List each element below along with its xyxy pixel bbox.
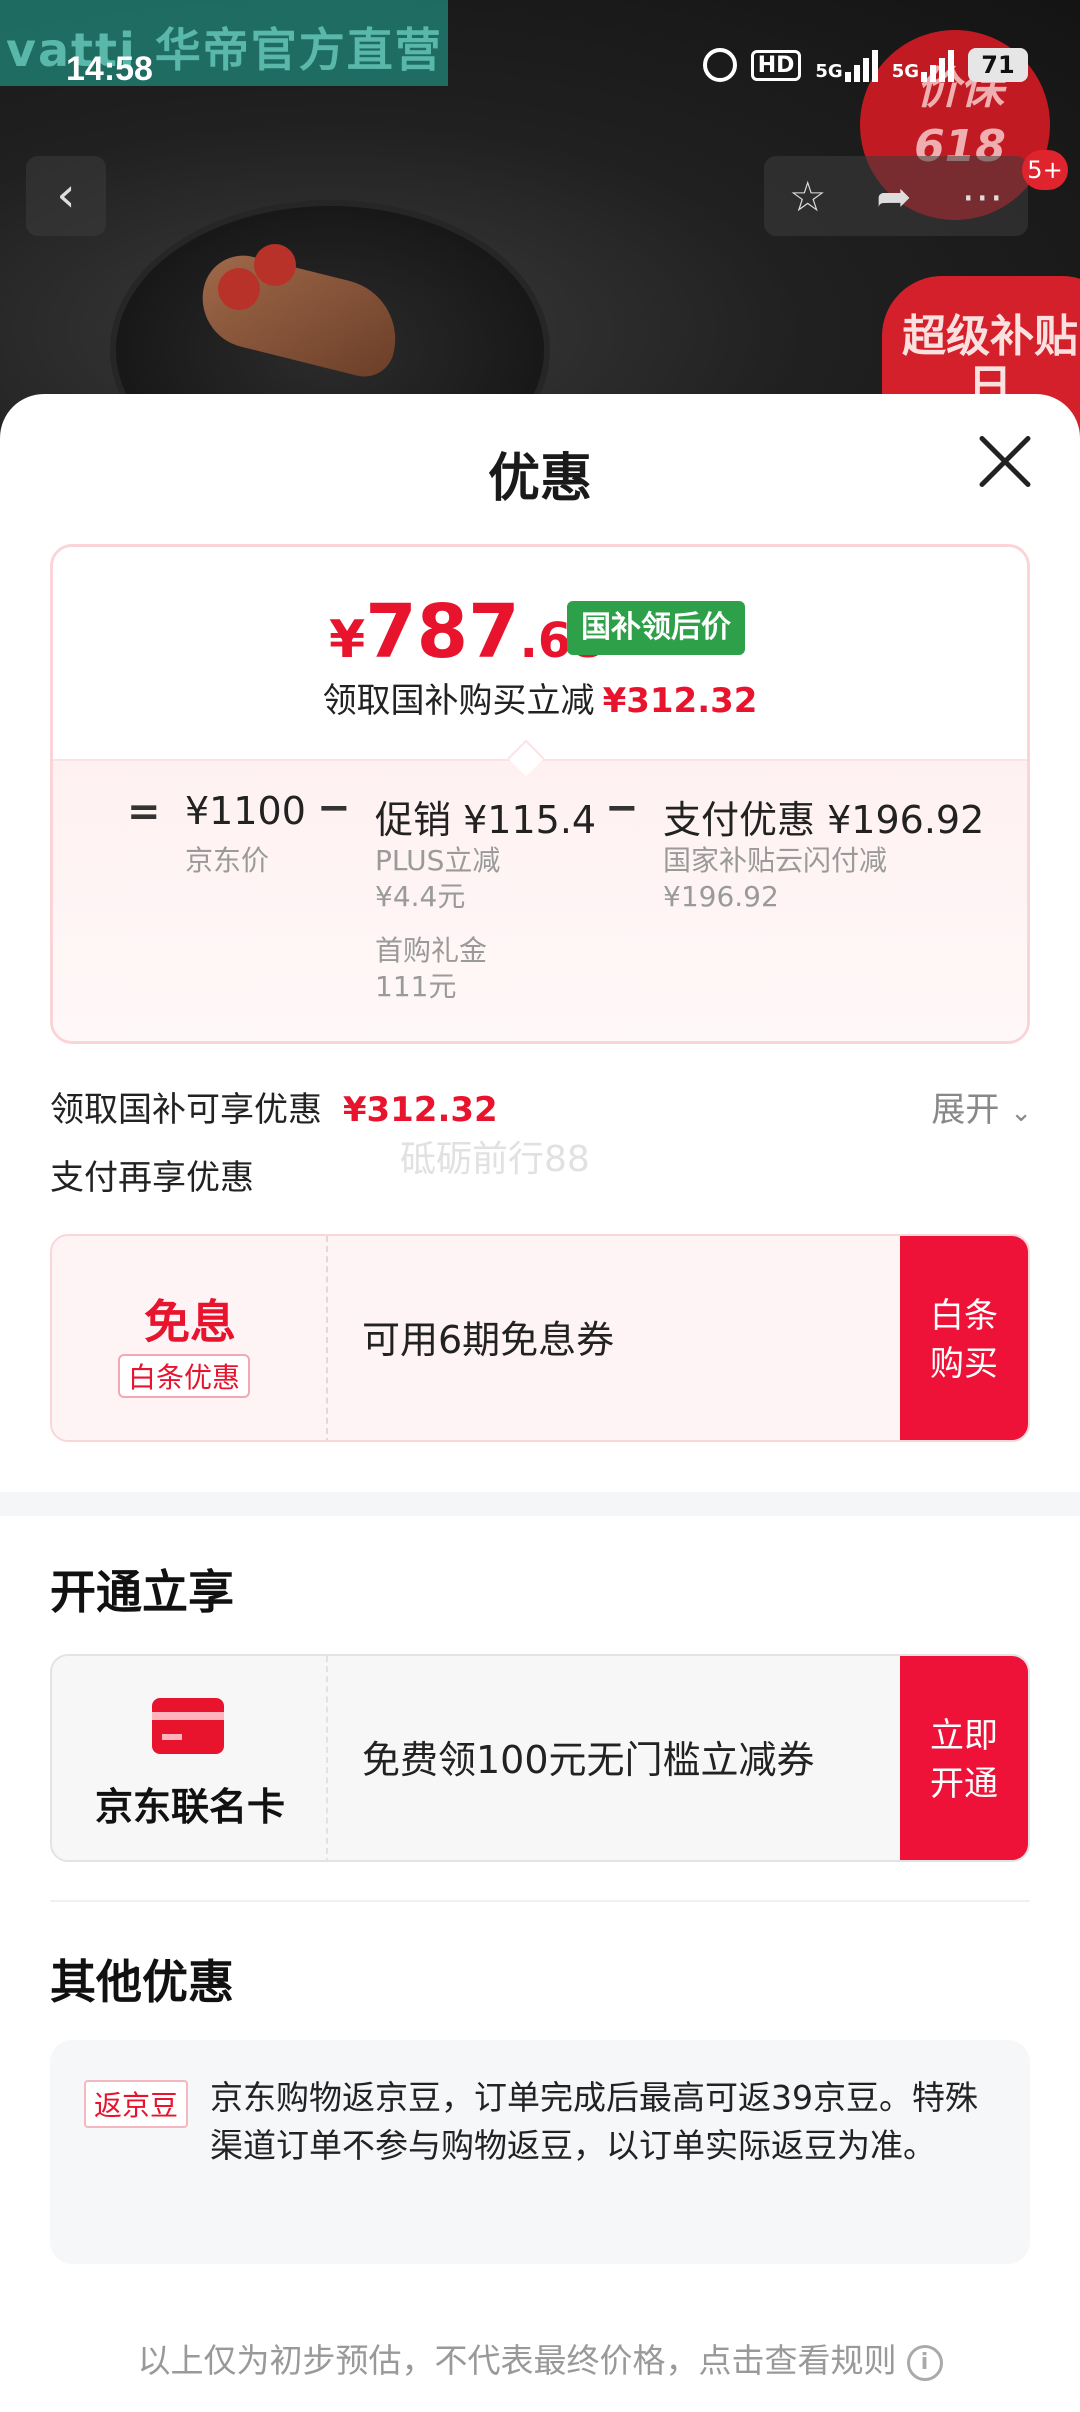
status-bar: 14:58 HD 5G 5G 71 bbox=[0, 40, 1080, 100]
rules-note[interactable]: 以上仅为初步预估，不代表最终价格，点击查看规则 i bbox=[0, 2334, 1080, 2382]
card-name: 京东联名卡 bbox=[94, 1785, 285, 1829]
pay-discount-desc-amount: ¥196.92 bbox=[663, 880, 779, 913]
interest-free-title: 免息 bbox=[144, 1295, 236, 1349]
first-gift-label: 首购礼金 bbox=[375, 934, 488, 967]
return-jingdou-tag: 返京豆 bbox=[84, 2080, 189, 2128]
hd-icon: HD bbox=[750, 49, 802, 81]
signal-icon: 5G bbox=[815, 48, 878, 82]
sheet-title: 优惠 bbox=[487, 449, 592, 509]
message-badge: 5+ bbox=[1022, 150, 1068, 190]
back-button[interactable]: ‹ bbox=[26, 156, 106, 236]
plus-amount: ¥4.4元 bbox=[375, 880, 466, 913]
watermark: 砥砺前行88 bbox=[400, 1139, 590, 1180]
star-icon[interactable]: ☆ bbox=[789, 172, 827, 221]
info-icon: i bbox=[906, 2344, 943, 2381]
baitiao-tag: 白条优惠 bbox=[118, 1354, 251, 1398]
share-icon[interactable]: ➦ bbox=[876, 172, 911, 221]
tomato-image bbox=[218, 268, 260, 310]
card-left: 京东联名卡 bbox=[52, 1656, 328, 1860]
other-section-title: 其他优惠 bbox=[50, 1955, 234, 2009]
nav-actions: ☆ ➦ ⋯ bbox=[764, 156, 1028, 236]
plus-label: PLUS立减 bbox=[375, 844, 501, 877]
chevron-left-icon: ‹ bbox=[56, 167, 76, 223]
minus-sign: − bbox=[317, 785, 351, 831]
status-time: 14:58 bbox=[66, 50, 153, 88]
price-breakdown: = ¥1100 京东价 − 促销 ¥115.4 PLUS立减 ¥4.4元 首购礼… bbox=[53, 759, 1027, 1041]
status-icons: HD 5G 5G 71 bbox=[702, 48, 1028, 82]
tomato-image bbox=[254, 244, 296, 286]
final-price: ¥787.68 bbox=[329, 589, 605, 675]
jd-price: ¥1100 bbox=[185, 789, 306, 833]
subsidy-price-tag: 国补领后价 bbox=[567, 601, 745, 655]
promo-amount: 促销 ¥115.4 bbox=[375, 798, 597, 842]
pay-discount: 支付优惠 ¥196.92 bbox=[663, 798, 985, 842]
pay-again-label: 支付再享优惠 bbox=[50, 1158, 254, 1198]
signal-icon-2: 5G bbox=[892, 48, 954, 82]
coupon-left: 免息 白条优惠 bbox=[52, 1236, 328, 1440]
baitiao-coupon: 免息 白条优惠 可用6期免息券 白条 购买 bbox=[50, 1234, 1030, 1442]
price-summary: ¥787.68 国补领后价 领取国补购买立减 ¥312.32 bbox=[53, 547, 1027, 759]
price-card: ¥787.68 国补领后价 领取国补购买立减 ¥312.32 = ¥1100 京东… bbox=[50, 544, 1030, 1044]
minus-sign: − bbox=[605, 785, 639, 831]
jingdou-return-box: 返京豆 京东购物返京豆，订单完成后最高可返39京豆。特殊渠道订单不参与购物返豆，… bbox=[50, 2040, 1030, 2264]
co-brand-card-offer: 京东联名卡 免费领100元无门槛立减券 立即 开通 bbox=[50, 1654, 1030, 1862]
section-divider bbox=[0, 1492, 1080, 1516]
more-icon[interactable]: ⋯ bbox=[961, 172, 1003, 221]
first-gift-amount: 111元 bbox=[375, 970, 457, 1003]
alarm-icon bbox=[702, 48, 737, 82]
subsidy-row[interactable]: 领取国补可享优惠 ¥312.32 bbox=[50, 1082, 498, 1131]
expand-toggle[interactable]: 展开 ⌄ bbox=[931, 1082, 1032, 1131]
save-line: 领取国补购买立减 ¥312.32 bbox=[322, 681, 758, 721]
equals-sign: = bbox=[127, 789, 161, 835]
chevron-down-icon: ⌄ bbox=[1010, 1098, 1032, 1128]
divider bbox=[50, 1900, 1030, 1902]
card-offer-desc: 免费领100元无门槛立减券 bbox=[362, 1738, 815, 1782]
pay-discount-desc: 国家补贴云闪付减 bbox=[663, 844, 888, 877]
open-now-button[interactable]: 立即 开通 bbox=[900, 1656, 1028, 1860]
close-button[interactable] bbox=[976, 432, 1034, 490]
open-section-title: 开通立享 bbox=[50, 1565, 234, 1619]
return-jingdou-text: 京东购物返京豆，订单完成后最高可返39京豆。特殊渠道订单不参与购物返豆，以订单实… bbox=[210, 2078, 978, 2165]
baitiao-buy-button[interactable]: 白条 购买 bbox=[900, 1236, 1028, 1440]
jd-price-label: 京东价 bbox=[185, 844, 270, 877]
battery-icon: 71 bbox=[968, 48, 1028, 82]
credit-card-icon bbox=[152, 1698, 224, 1754]
coupon-desc: 可用6期免息券 bbox=[362, 1318, 615, 1362]
